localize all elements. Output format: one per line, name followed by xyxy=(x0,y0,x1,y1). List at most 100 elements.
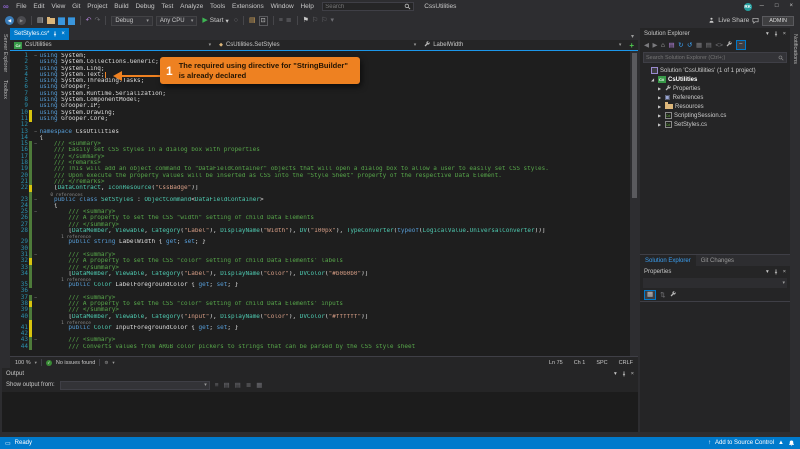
goto-prev-message-icon[interactable]: ▤ xyxy=(224,381,230,389)
forward-icon[interactable]: ▶ xyxy=(17,16,26,25)
tab-close-icon[interactable]: × xyxy=(61,31,65,37)
back-icon[interactable]: ◀ xyxy=(644,41,649,49)
close-icon[interactable]: × xyxy=(783,31,786,37)
redo-icon[interactable]: ↷ xyxy=(95,15,101,26)
add-item-icon[interactable]: ▤ xyxy=(249,15,256,26)
avatar[interactable]: RK xyxy=(744,3,752,11)
find-message-icon[interactable]: ≡ xyxy=(215,382,219,389)
feedback-icon[interactable] xyxy=(752,17,759,24)
categorized-icon[interactable]: ▦ xyxy=(644,290,656,300)
solution-search-input[interactable] xyxy=(644,55,778,61)
alphabetical-icon[interactable]: ⇅ xyxy=(660,291,665,299)
platform-dropdown[interactable]: Any CPU▾ xyxy=(156,16,198,26)
split-view-plus-icon[interactable]: + xyxy=(625,41,638,50)
scrollbar-thumb[interactable] xyxy=(632,53,637,198)
tree-item-scriptingsession-cs[interactable]: ▶C#ScriptingSession.cs xyxy=(640,111,790,120)
editor-scrollbar[interactable] xyxy=(630,51,638,356)
pin-icon[interactable] xyxy=(773,31,779,37)
save-all-icon[interactable] xyxy=(68,17,75,25)
menu-view[interactable]: View xyxy=(48,3,69,10)
menu-edit[interactable]: Edit xyxy=(30,3,48,10)
admin-button[interactable]: ADMIN xyxy=(762,16,794,26)
live-share-button[interactable]: Live Share xyxy=(718,17,749,24)
maximize-button[interactable]: □ xyxy=(772,0,782,13)
expander-icon[interactable]: ▶ xyxy=(657,95,662,100)
collapse-all-icon[interactable]: − xyxy=(736,40,746,50)
refresh-icon[interactable]: ↻ xyxy=(678,41,683,49)
settings-gear-icon[interactable]: ⚙ xyxy=(104,360,108,366)
goto-next-message-icon[interactable]: ▤ xyxy=(235,381,241,389)
expander-icon[interactable]: ▶ xyxy=(657,122,662,127)
undo-icon[interactable]: ↶ xyxy=(86,15,92,26)
switch-views-icon[interactable]: ▤ xyxy=(668,41,674,49)
nest-icon[interactable]: ▦ xyxy=(696,41,702,49)
tree-item-properties[interactable]: ▶Properties xyxy=(640,84,790,93)
close-button[interactable]: × xyxy=(786,0,796,13)
tree-item-references[interactable]: ▶▣References xyxy=(640,93,790,102)
document-tab-setstyles[interactable]: SetStyles.cs* × xyxy=(10,28,69,40)
clear-all-icon[interactable]: ≣ xyxy=(246,381,251,389)
settings-chevron-icon[interactable]: ▾ xyxy=(112,360,114,366)
expander-icon[interactable]: ▶ xyxy=(657,104,662,109)
tree-item-resources[interactable]: ▶Resources xyxy=(640,102,790,111)
chevron-down-icon[interactable]: ▾ xyxy=(766,31,769,37)
tree-item-solution-cssutilities-1-of-1-project[interactable]: Solution 'CssUtilities' (1 of 1 project) xyxy=(640,66,790,75)
menu-test[interactable]: Test xyxy=(158,3,177,10)
expander-icon[interactable]: ▶ xyxy=(657,113,662,118)
close-icon[interactable]: × xyxy=(783,269,786,275)
debug-config-dropdown[interactable]: Debug▾ xyxy=(111,16,153,26)
issues-status[interactable]: No issues found xyxy=(56,360,95,366)
output-body[interactable] xyxy=(2,392,638,432)
start-button[interactable]: ▶Start▾ xyxy=(200,15,230,26)
close-icon[interactable]: × xyxy=(631,371,634,377)
tree-item-csutilities[interactable]: ◢C#CsUtilities xyxy=(640,75,790,84)
save-icon[interactable] xyxy=(58,17,65,25)
sync-with-active-document-icon[interactable]: ↺ xyxy=(687,41,692,49)
back-icon[interactable]: ◀ xyxy=(5,16,14,25)
tab-list-chevron-icon[interactable]: ▾ xyxy=(631,33,638,40)
tool-strip-tab-toolbox[interactable]: Toolbox xyxy=(2,74,8,101)
toolbar-overflow-icon[interactable]: ▾ xyxy=(331,15,335,26)
menu-extensions[interactable]: Extensions xyxy=(229,3,268,10)
forward-icon[interactable]: ▶ xyxy=(653,41,658,49)
menu-analyze[interactable]: Analyze xyxy=(177,3,207,10)
indent-increase-icon[interactable]: ≣ xyxy=(286,15,292,26)
profiler-icon[interactable]: ○ xyxy=(234,15,238,26)
tree-item-setstyles-cs[interactable]: ▶C#SetStyles.cs xyxy=(640,120,790,129)
tool-strip-tab-server-explorer[interactable]: Server Explorer xyxy=(2,28,8,74)
new-project-icon[interactable]: ▤ xyxy=(37,15,44,26)
zoom-chevron-icon[interactable]: ▾ xyxy=(35,360,37,366)
pin-icon[interactable] xyxy=(773,269,779,275)
screenshot-icon[interactable]: ⊡ xyxy=(259,16,268,26)
expander-icon[interactable]: ▶ xyxy=(657,86,662,91)
menu-tools[interactable]: Tools xyxy=(207,3,229,10)
word-wrap-icon[interactable]: ▦ xyxy=(256,381,262,389)
breadcrumb-item-2[interactable]: LabelWidth▾ xyxy=(420,41,625,49)
properties-object-dropdown[interactable]: ▾ xyxy=(643,278,787,288)
background-tasks-icon[interactable]: ▭ xyxy=(5,440,11,447)
bookmark-prev-icon[interactable]: ⚐ xyxy=(312,15,318,26)
breadcrumb-item-0[interactable]: C#CsUtilities▾ xyxy=(10,42,215,49)
global-search-box[interactable] xyxy=(322,2,414,11)
properties-wrench-icon[interactable] xyxy=(726,41,732,49)
menu-debug[interactable]: Debug xyxy=(132,3,158,10)
bookmark-icon[interactable]: ⚑ xyxy=(303,15,309,26)
show-all-files-icon[interactable]: ▤ xyxy=(706,41,712,49)
zoom-level[interactable]: 100 % xyxy=(15,360,31,366)
tool-strip-tab-notifications[interactable]: Notifications xyxy=(792,28,798,66)
breadcrumb-item-1[interactable]: ◆CsUtilities.SetStyles▾ xyxy=(215,42,420,48)
indent-decrease-icon[interactable]: ≡ xyxy=(279,15,283,26)
menu-build[interactable]: Build xyxy=(111,3,132,10)
expander-icon[interactable]: ◢ xyxy=(650,77,655,82)
code-view-icon[interactable]: <> xyxy=(715,42,723,49)
property-pages-wrench-icon[interactable] xyxy=(670,291,676,299)
menu-window[interactable]: Window xyxy=(267,3,297,10)
search-input[interactable] xyxy=(323,3,404,10)
menu-project[interactable]: Project xyxy=(84,3,111,10)
solution-explorer-search[interactable] xyxy=(643,52,787,63)
chevron-down-icon[interactable]: ▾ xyxy=(614,371,617,377)
home-icon[interactable]: ⌂ xyxy=(661,42,665,49)
menu-git[interactable]: Git xyxy=(69,3,84,10)
expand-source-control-icon[interactable]: ▲ xyxy=(778,440,784,446)
bell-icon[interactable] xyxy=(788,440,795,447)
